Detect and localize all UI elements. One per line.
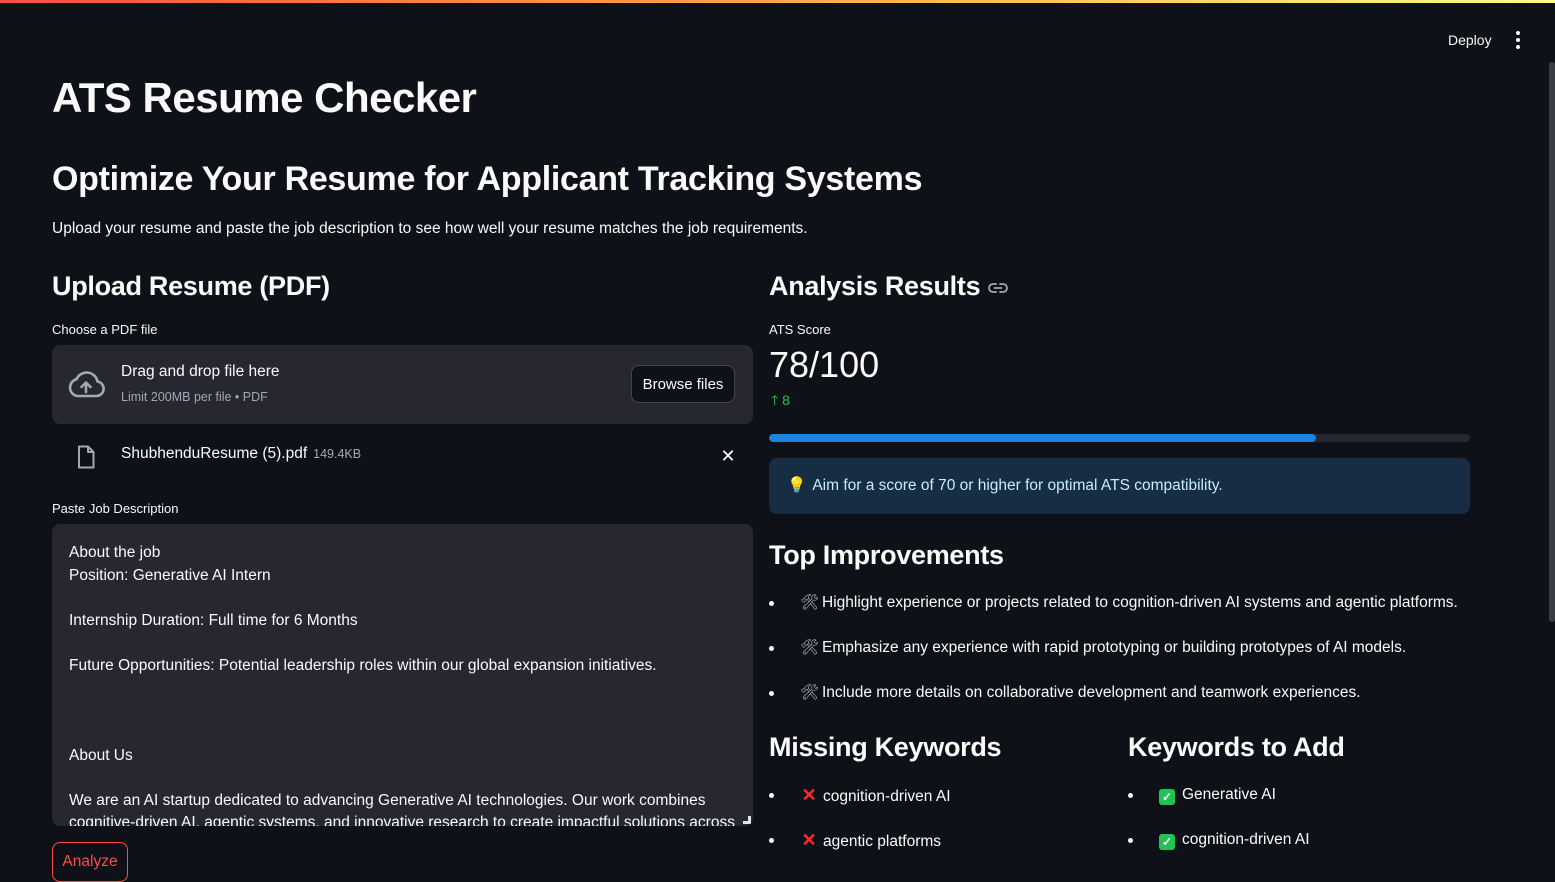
arrow-up-icon: 🡑: [771, 392, 779, 408]
upload-column: Upload Resume (PDF) Choose a PDF file Dr…: [52, 266, 753, 882]
metric-label: ATS Score: [769, 322, 831, 337]
intro-text: Upload your resume and paste the job des…: [52, 220, 808, 237]
file-icon: [78, 445, 95, 469]
add-keyword-text: Generative AI: [1182, 786, 1276, 803]
job-description-line: [69, 677, 736, 700]
job-description-line: About Us: [69, 746, 133, 764]
tools-icon: 🛠: [800, 684, 820, 701]
add-keyword-item: ✓ Generative AI: [1128, 780, 1458, 825]
results-heading: Analysis Results: [769, 266, 1470, 306]
tools-icon: 🛠: [800, 639, 820, 656]
dropzone-limit: Limit 200MB per file • PDF: [121, 390, 268, 404]
bullet: [1128, 793, 1133, 798]
cross-mark-icon: ✕: [801, 830, 817, 850]
browse-files-button[interactable]: Browse files: [631, 365, 735, 403]
bullet: [1128, 838, 1133, 843]
cross-mark-icon: ✕: [801, 785, 817, 805]
metric-delta-value: 8: [782, 392, 790, 408]
improvement-item: 🛠 Include more details on collaborative d…: [769, 678, 1470, 723]
missing-keywords-heading: Missing Keywords: [769, 732, 1002, 762]
uploaded-file-name: ShubhenduResume (5).pdf 149.4KB: [121, 445, 361, 463]
keywords-to-add-list: ✓ Generative AI ✓ cognition-driven AI: [1128, 780, 1458, 870]
file-size: 149.4KB: [313, 447, 362, 461]
results-heading-text: Analysis Results: [769, 271, 981, 301]
info-alert: 💡 Aim for a score of 70 or higher for opt…: [769, 458, 1470, 514]
missing-keyword-text: cognition-driven AI: [823, 788, 951, 805]
page-subtitle: Optimize Your Resume for Applicant Track…: [52, 160, 923, 198]
job-description-line: [69, 587, 736, 610]
info-text: Aim for a score of 70 or higher for opti…: [812, 477, 1223, 494]
page-title: ATS Resume Checker: [52, 74, 477, 121]
job-description-line: [69, 767, 736, 790]
uploaded-file-row: ShubhenduResume (5).pdf 149.4KB ✕: [52, 436, 753, 476]
bullet: [769, 646, 774, 651]
header-decoration-bar: [0, 0, 1555, 3]
improvement-text: Include more details on collaborative de…: [822, 684, 1361, 701]
missing-keyword-text: agentic platforms: [823, 833, 942, 850]
improvement-text: Emphasize any experience with rapid prot…: [822, 639, 1407, 656]
results-column: Analysis Results ATS Score 78/100 🡑 8 💡 A…: [769, 266, 1470, 850]
bullet: [769, 793, 774, 798]
job-description-line: [69, 722, 736, 745]
bullet: [769, 601, 774, 606]
file-uploader-label: Choose a PDF file: [52, 322, 158, 337]
file-dropzone[interactable]: Drag and drop file here Limit 200MB per …: [52, 345, 753, 424]
missing-keywords-list: ✕ cognition-driven AI ✕ agentic platforms: [769, 780, 1099, 870]
job-description-line: Position: Generative AI Intern: [69, 566, 271, 584]
close-icon[interactable]: ✕: [720, 446, 736, 466]
resize-handle-icon[interactable]: [743, 816, 751, 824]
improvements-heading: Top Improvements: [769, 540, 1004, 570]
file-name-text: ShubhenduResume (5).pdf: [121, 445, 308, 462]
metric-value: 78/100: [769, 344, 880, 385]
cloud-upload-icon: [68, 371, 105, 398]
improvement-item: 🛠 Emphasize any experience with rapid pro…: [769, 633, 1470, 678]
metric-delta: 🡑 8: [771, 390, 790, 414]
job-description-line: [69, 632, 736, 655]
job-description-text: About the job Position: Generative AI Int…: [69, 542, 736, 826]
score-progress-fill: [769, 434, 1316, 442]
link-icon[interactable]: [988, 282, 1009, 294]
job-description-line: Future Opportunities: Potential leadersh…: [69, 656, 657, 674]
check-mark-icon: ✓: [1159, 834, 1175, 850]
bullet: [769, 691, 774, 696]
improvements-list: 🛠 Highlight experience or projects relate…: [769, 588, 1470, 723]
add-keyword-text: cognition-driven AI: [1182, 831, 1310, 848]
lightbulb-icon: 💡: [787, 477, 807, 494]
add-keyword-item: ✓ cognition-driven AI: [1128, 825, 1458, 870]
analyze-button[interactable]: Analyze: [52, 842, 128, 882]
job-description-line: [69, 700, 736, 723]
improvement-item: 🛠 Highlight experience or projects relate…: [769, 588, 1470, 633]
score-progress-bar: [769, 434, 1470, 442]
job-description-line: cognitive-driven AI, agentic systems, an…: [69, 814, 735, 826]
check-mark-icon: ✓: [1159, 789, 1175, 805]
bullet: [769, 838, 774, 843]
job-description-line: About the job: [69, 544, 161, 561]
missing-keyword-item: ✕ cognition-driven AI: [769, 780, 1099, 825]
tools-icon: 🛠: [800, 594, 820, 611]
job-description-label: Paste Job Description: [52, 501, 179, 516]
kebab-menu-icon[interactable]: [1508, 28, 1528, 52]
missing-keyword-item: ✕ agentic platforms: [769, 825, 1099, 870]
deploy-button[interactable]: Deploy: [1438, 28, 1502, 52]
upload-heading: Upload Resume (PDF): [52, 271, 330, 301]
dropzone-title: Drag and drop file here: [121, 363, 280, 380]
job-description-line: We are an AI startup dedicated to advanc…: [69, 791, 706, 809]
job-description-line: Internship Duration: Full time for 6 Mon…: [69, 611, 358, 629]
improvement-text: Highlight experience or projects related…: [822, 594, 1458, 611]
job-description-textarea[interactable]: About the job Position: Generative AI Int…: [52, 524, 753, 826]
page-scrollbar[interactable]: [1549, 62, 1555, 622]
keywords-to-add-heading: Keywords to Add: [1128, 732, 1345, 762]
